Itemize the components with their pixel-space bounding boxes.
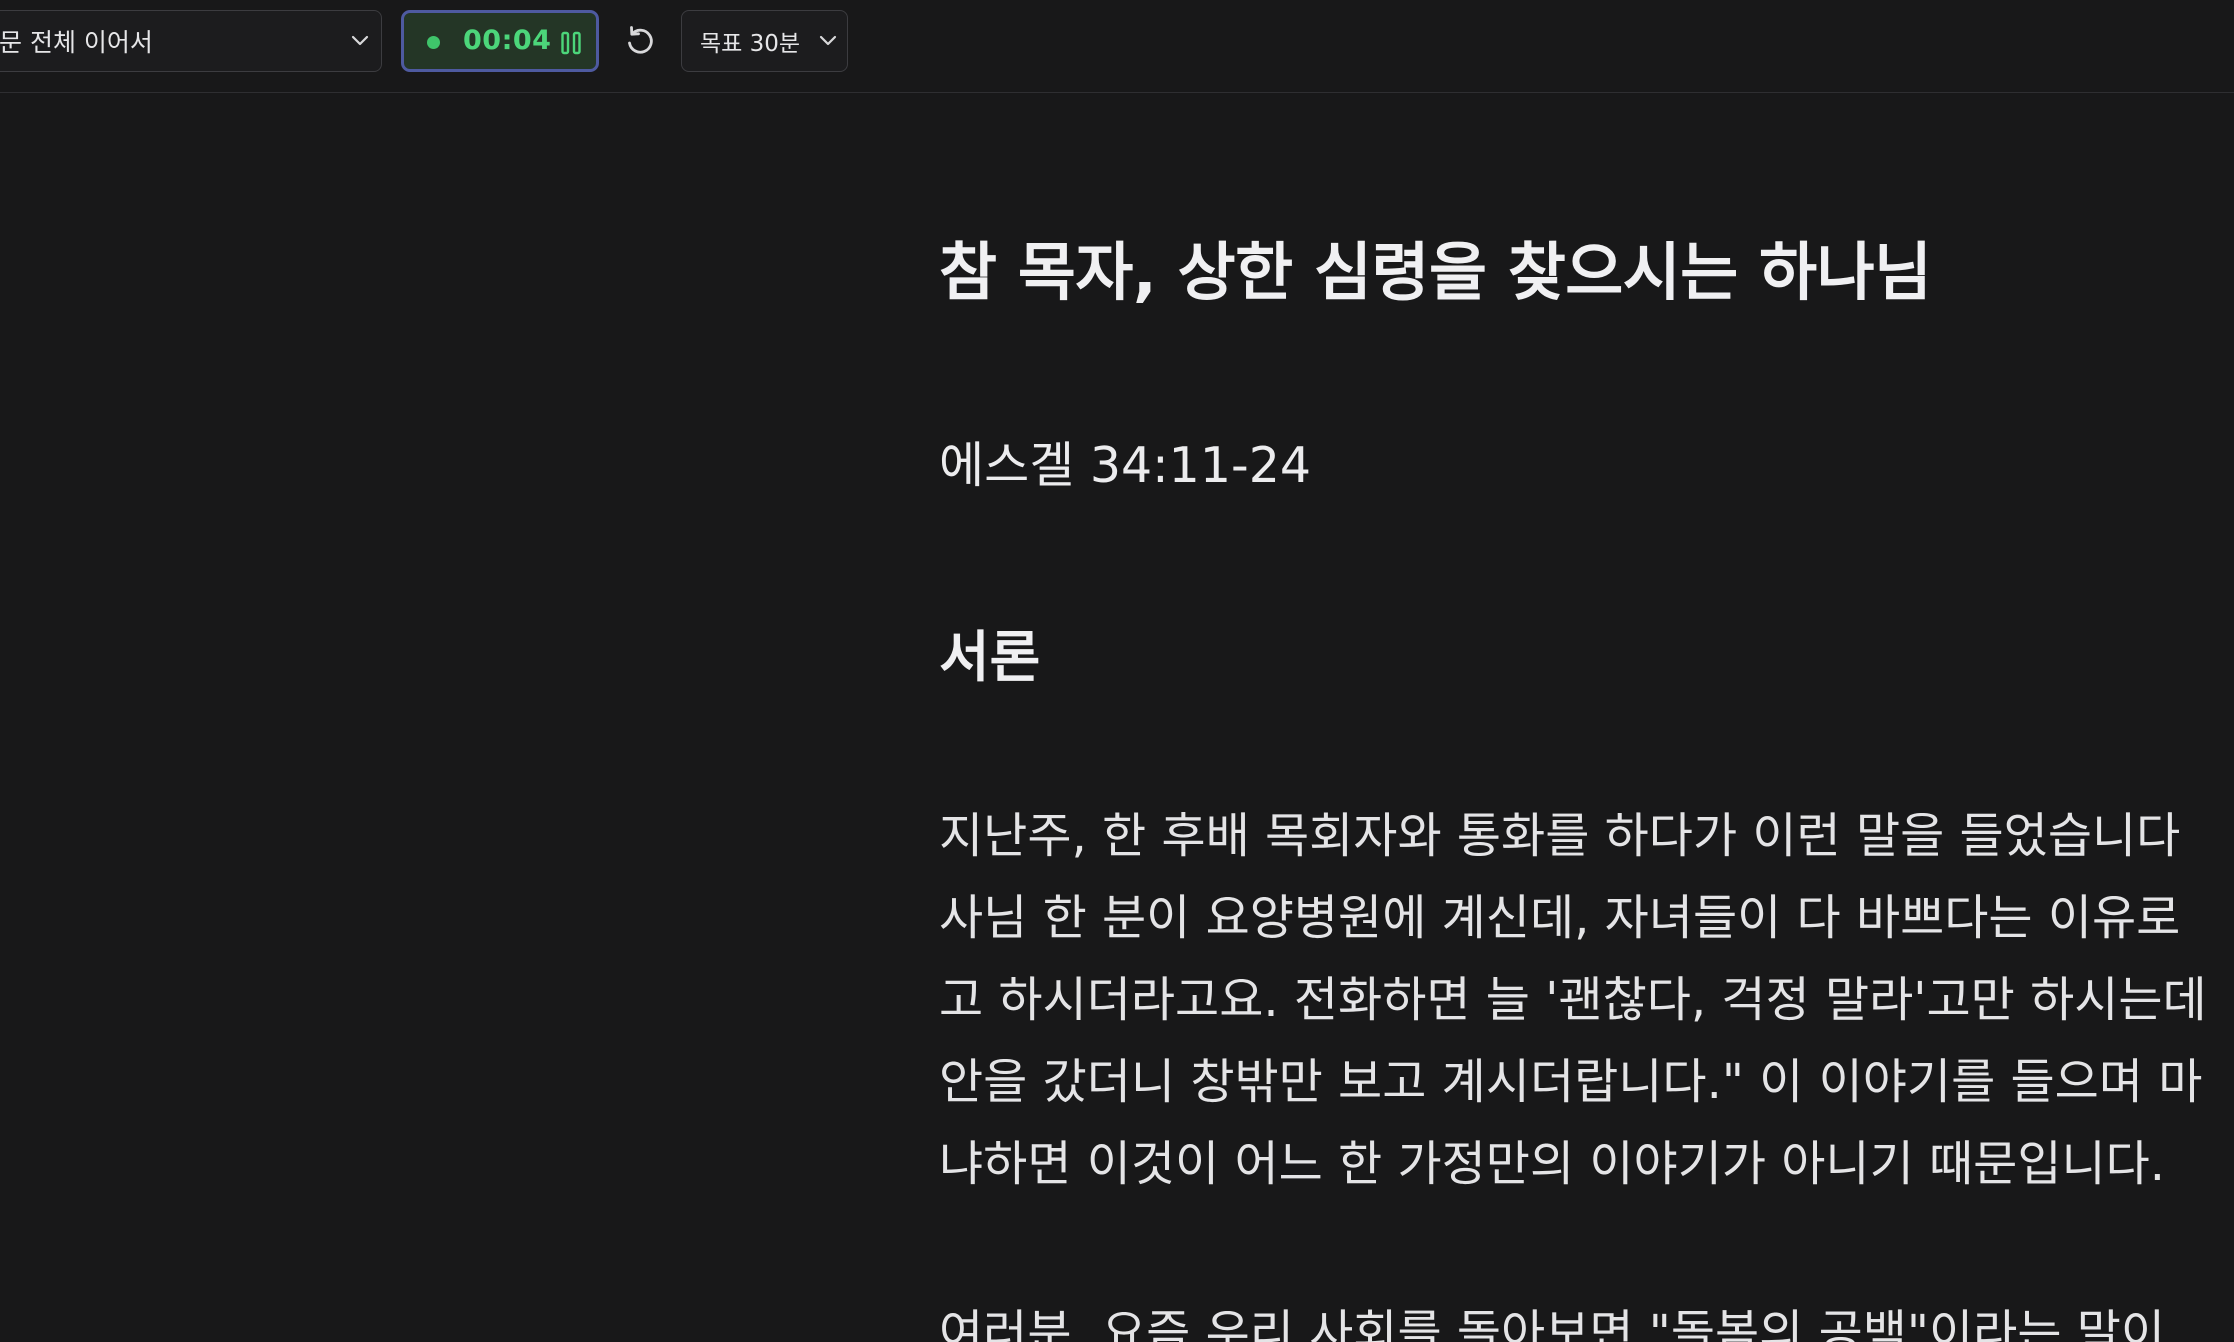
chevron-down-icon (819, 35, 837, 46)
paragraph: 지난주, 한 후배 목회자와 통화를 하다가 이런 말을 들었습니다 사님 한 … (939, 795, 2207, 1205)
paragraph-line: 사님 한 분이 요양병원에 계신데, 자녀들이 다 바쁘다는 이유로 (939, 890, 2181, 946)
paragraph: 여러분, 요즘 우리 사회를 돌아보면 "돌봄의 공백"이라는 말이 (939, 1292, 2165, 1342)
toolbar: 문 전체 이어서 00:04 목표 30분 (0, 0, 2234, 93)
mode-select[interactable]: 문 전체 이어서 (0, 10, 382, 72)
timer-button[interactable]: 00:04 (401, 10, 599, 72)
paragraph-line: 여러분, 요즘 우리 사회를 돌아보면 "돌봄의 공백"이라는 말이 (939, 1305, 2166, 1342)
timer-value: 00:04 (463, 25, 552, 56)
chevron-down-icon (351, 35, 369, 46)
mode-select-label: 문 전체 이어서 (0, 28, 153, 57)
document-title: 참 목자, 상한 심령을 찾으시는 하나님 (939, 236, 1932, 309)
paragraph-line: 지난주, 한 후배 목회자와 통화를 하다가 이런 말을 들었습니다 (939, 808, 2181, 864)
scripture-passage: 에스겔 34:11-24 (939, 437, 1312, 494)
goal-select-label: 목표 30분 (700, 31, 801, 57)
section-heading: 서론 (939, 625, 1041, 689)
paragraph-line: 안을 갔더니 창밖만 보고 계시더랍니다." 이 이야기를 들으며 마 (939, 1054, 2203, 1110)
paragraph-line: 냐하면 이것이 어느 한 가정만의 이야기가 아니기 때문입니다. (939, 1136, 2166, 1192)
app-window: 문 전체 이어서 00:04 목표 30분 참 목자, 상한 심령을 찾으시는 (0, 0, 2234, 1342)
paragraph-line: 고 하시더라고요. 전화하면 늘 '괜찮다, 걱정 말라'고만 하시는데 (939, 972, 2207, 1028)
pause-icon[interactable] (561, 31, 581, 55)
reset-icon[interactable] (620, 21, 660, 61)
recording-dot-icon (427, 36, 440, 49)
goal-select[interactable]: 목표 30분 (681, 10, 848, 72)
